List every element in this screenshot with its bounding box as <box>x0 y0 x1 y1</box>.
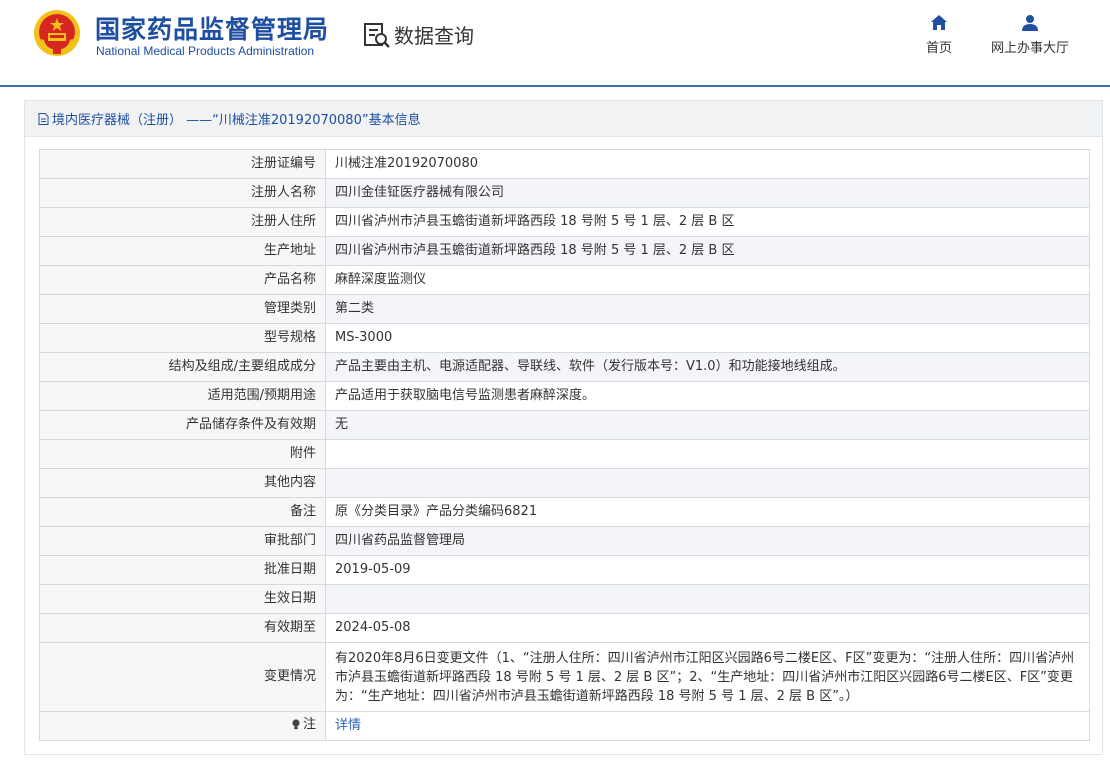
row-value <box>325 584 1090 614</box>
note-row-key-cell: 注 <box>39 711 326 741</box>
row-key: 有效期至 <box>39 613 326 643</box>
row-value: 无 <box>325 410 1090 440</box>
row-value: 有2020年8月6日变更文件（1、“注册人住所：四川省泸州市江阳区兴园路6号二楼… <box>325 642 1090 712</box>
row-key: 注册证编号 <box>39 149 326 179</box>
table-row: 注册人名称 四川金佳钲医疗器械有限公司 <box>39 178 1090 208</box>
row-value: 麻醉深度监测仪 <box>325 265 1090 295</box>
row-key: 注册人名称 <box>39 178 326 208</box>
row-value: 第二类 <box>325 294 1090 324</box>
row-value: 2019-05-09 <box>325 555 1090 585</box>
note-key-label: 注 <box>302 716 316 732</box>
row-key: 变更情况 <box>39 642 326 712</box>
table-row: 批准日期 2019-05-09 <box>39 555 1090 585</box>
row-value <box>325 439 1090 469</box>
table-row: 管理类别 第二类 <box>39 294 1090 324</box>
nav-online-service-hall-label: 网上办事大厅 <box>990 41 1069 56</box>
note-key: 注 <box>291 716 316 734</box>
table-row: 产品储存条件及有效期无 <box>39 410 1090 440</box>
row-key: 产品名称 <box>39 265 326 295</box>
row-key: 管理类别 <box>39 294 326 324</box>
row-key: 产品储存条件及有效期 <box>39 410 326 440</box>
nav-online-service-hall[interactable]: 网上办事大厅 <box>986 14 1074 56</box>
row-value: 四川省药品监督管理局 <box>325 526 1090 556</box>
lightbulb-icon <box>292 719 300 730</box>
row-key: 批准日期 <box>39 555 326 585</box>
table-row: 生产地址 四川省泸州市泸县玉蟾街道新坪路西段 18 号附 5 号 1 层、2 层 … <box>39 236 1090 266</box>
home-icon <box>931 15 947 30</box>
table-row: 其他内容 <box>39 468 1090 498</box>
user-icon <box>1022 15 1038 31</box>
row-key: 附件 <box>39 439 326 469</box>
row-value <box>325 468 1090 498</box>
table-row: 备注 原《分类目录》产品分类编码6821 <box>39 497 1090 527</box>
table-row: 产品名称 麻醉深度监测仪 <box>39 265 1090 295</box>
table-row: 有效期至 2024-05-08 <box>39 613 1090 643</box>
row-value: 2024-05-08 <box>325 613 1090 643</box>
details-link[interactable]: 详情 <box>335 718 361 733</box>
data-query-label: 数据查询 <box>394 24 474 48</box>
table-row: 审批部门 四川省药品监督管理局 <box>39 526 1090 556</box>
table-row: 注册证编号 川械注准20192070080 <box>39 149 1090 179</box>
row-key: 注册人住所 <box>39 207 326 237</box>
table-row: 型号规格 MS-3000 <box>39 323 1090 353</box>
table-row: 变更情况 有2020年8月6日变更文件（1、“注册人住所：四川省泸州市江阳区兴园路… <box>39 642 1090 712</box>
brand-name-cn: 国家药品监督管理局 <box>95 15 330 44</box>
info-panel: 境内医疗器械（注册） ——“川械注准20192070080”基本信息 注册证编号… <box>24 100 1103 755</box>
nav-home[interactable]: 首页 <box>918 14 960 56</box>
row-key: 结构及组成/主要组成成分 <box>39 352 326 382</box>
row-value: 原《分类目录》产品分类编码6821 <box>325 497 1090 527</box>
search-document-icon <box>364 22 390 48</box>
row-value: 四川金佳钲医疗器械有限公司 <box>325 178 1090 208</box>
row-value: 产品适用于获取脑电信号监测患者麻醉深度。 <box>325 381 1090 411</box>
table-row: 结构及组成/主要组成成分 产品主要由主机、电源适配器、导联线、软件（发行版本号：V… <box>39 352 1090 382</box>
note-row: 注 详情 <box>39 711 1090 741</box>
row-value: 四川省泸州市泸县玉蟾街道新坪路西段 18 号附 5 号 1 层、2 层 B 区 <box>325 236 1090 266</box>
row-value: 四川省泸州市泸县玉蟾街道新坪路西段 18 号附 5 号 1 层、2 层 B 区 <box>325 207 1090 237</box>
device-info-table: 注册证编号 川械注准20192070080 注册人名称 四川金佳钲医疗器械有限公司 … <box>39 149 1090 741</box>
row-key: 备注 <box>39 497 326 527</box>
note-row-value-cell: 详情 <box>325 711 1090 741</box>
row-key: 审批部门 <box>39 526 326 556</box>
brand-name-en: National Medical Products Administration <box>96 44 315 58</box>
panel-header: 境内医疗器械（注册） ——“川械注准20192070080”基本信息 <box>25 101 1102 137</box>
site-header: 国家药品监督管理局 National Medical Products Admi… <box>0 0 1110 87</box>
row-key: 生产地址 <box>39 236 326 266</box>
panel-title: 境内医疗器械（注册） ——“川械注准20192070080”基本信息 <box>52 113 421 128</box>
table-row: 注册人住所 四川省泸州市泸县玉蟾街道新坪路西段 18 号附 5 号 1 层、2 层… <box>39 207 1090 237</box>
table-row: 附件 <box>39 439 1090 469</box>
table-row: 适用范围/预期用途 产品适用于获取脑电信号监测患者麻醉深度。 <box>39 381 1090 411</box>
national-emblem-icon <box>34 10 80 56</box>
row-value: 川械注准20192070080 <box>325 149 1090 179</box>
document-icon <box>38 112 49 125</box>
table-row: 生效日期 <box>39 584 1090 614</box>
data-query-title: 数据查询 <box>362 20 474 49</box>
row-value: 产品主要由主机、电源适配器、导联线、软件（发行版本号：V1.0）和功能接地线组成… <box>325 352 1090 382</box>
row-value: MS-3000 <box>325 323 1090 353</box>
row-key: 其他内容 <box>39 468 326 498</box>
row-key: 生效日期 <box>39 584 326 614</box>
row-key: 适用范围/预期用途 <box>39 381 326 411</box>
nav-home-label: 首页 <box>925 41 952 56</box>
row-key: 型号规格 <box>39 323 326 353</box>
